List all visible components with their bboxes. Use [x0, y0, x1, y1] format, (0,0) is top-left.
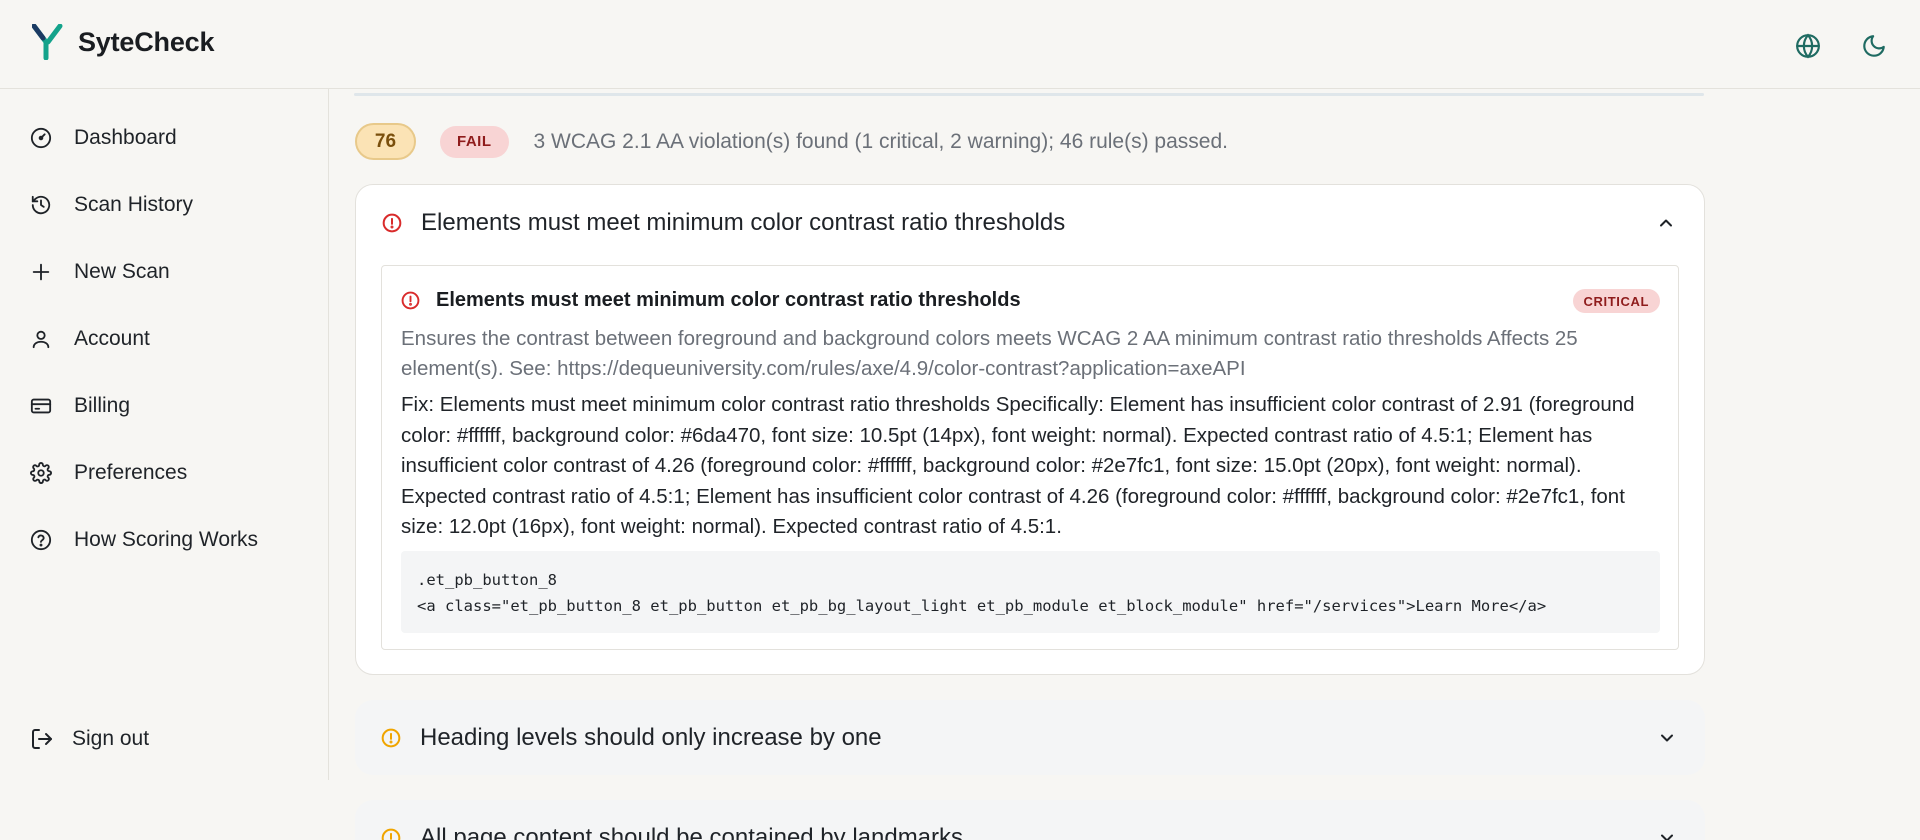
alert-circle-icon [401, 291, 420, 310]
help-circle-icon [30, 526, 58, 554]
code-selector: .et_pb_button_8 [417, 571, 557, 589]
violation-card[interactable]: All page content should be contained by … [355, 800, 1705, 840]
sidebar-item-label: Billing [74, 394, 131, 417]
detail-title: Elements must meet minimum color contras… [436, 289, 1021, 311]
logout-icon [30, 725, 58, 753]
sidebar-item-label: Dashboard [74, 126, 177, 149]
sidebar-item-label: Scan History [74, 193, 194, 216]
sign-out-label: Sign out [72, 727, 150, 750]
divider [354, 93, 1704, 96]
score-badge: 76 [355, 123, 416, 160]
sidebar: Dashboard Scan History New Scan Account … [0, 89, 329, 780]
sidebar-item-account[interactable]: Account [30, 325, 150, 353]
history-icon [30, 191, 58, 219]
gear-icon [30, 459, 58, 487]
moon-icon[interactable] [1856, 28, 1892, 64]
violation-card-header[interactable]: All page content should be contained by … [381, 800, 963, 840]
sidebar-item-new-scan[interactable]: New Scan [30, 258, 170, 286]
chevron-up-icon[interactable] [1654, 211, 1678, 235]
sidebar-item-preferences[interactable]: Preferences [30, 459, 187, 487]
alert-circle-icon [381, 728, 401, 747]
alert-circle-icon [381, 828, 401, 840]
user-icon [30, 325, 58, 353]
sidebar-item-label: Account [74, 327, 150, 350]
globe-icon[interactable] [1790, 28, 1826, 64]
top-header: SyteCheck [0, 0, 1920, 89]
sidebar-item-billing[interactable]: Billing [30, 392, 130, 420]
violation-title: All page content should be contained by … [420, 823, 964, 840]
violation-card-header[interactable]: Heading levels should only increase by o… [381, 700, 882, 775]
status-badge: FAIL [440, 125, 509, 158]
app-logo[interactable]: SyteCheck [32, 24, 214, 60]
sidebar-item-scan-history[interactable]: Scan History [30, 191, 193, 219]
main-content: 76 FAIL 3 WCAG 2.1 AA violation(s) found… [330, 89, 1920, 840]
sidebar-item-label: New Scan [74, 260, 170, 283]
app-name: SyteCheck [78, 26, 215, 57]
scan-summary: 76 FAIL 3 WCAG 2.1 AA violation(s) found… [355, 123, 1228, 160]
sidebar-item-label: How Scoring Works [74, 528, 258, 551]
sidebar-item-label: Preferences [74, 461, 188, 484]
sidebar-item-how-scoring-works[interactable]: How Scoring Works [30, 526, 258, 554]
summary-text: 3 WCAG 2.1 AA violation(s) found (1 crit… [533, 129, 1228, 153]
sidebar-item-dashboard[interactable]: Dashboard [30, 124, 177, 152]
violation-card: Elements must meet minimum color contras… [355, 184, 1705, 675]
code-html: <a class="et_pb_button_8 et_pb_button et… [417, 597, 1547, 615]
logo-mark-icon [32, 24, 63, 60]
code-snippet: .et_pb_button_8 <a class="et_pb_button_8 … [401, 551, 1660, 633]
alert-circle-icon [382, 213, 402, 232]
chevron-down-icon[interactable] [1655, 826, 1679, 840]
dashboard-icon [30, 124, 58, 152]
severity-badge: CRITICAL [1572, 289, 1660, 313]
violation-detail: Elements must meet minimum color contras… [381, 265, 1679, 650]
violation-fix: Fix: Elements must meet minimum color co… [401, 393, 1635, 538]
plus-icon [30, 258, 58, 286]
violation-title: Heading levels should only increase by o… [420, 723, 882, 751]
credit-card-icon [30, 392, 58, 420]
violation-description: Ensures the contrast between foreground … [401, 327, 1578, 380]
violation-card[interactable]: Heading levels should only increase by o… [355, 700, 1705, 775]
violation-card-header[interactable]: Elements must meet minimum color contras… [382, 185, 1065, 260]
violation-title: Elements must meet minimum color contras… [421, 208, 1066, 236]
chevron-down-icon[interactable] [1655, 726, 1679, 750]
sign-out-button[interactable]: Sign out [30, 725, 149, 753]
